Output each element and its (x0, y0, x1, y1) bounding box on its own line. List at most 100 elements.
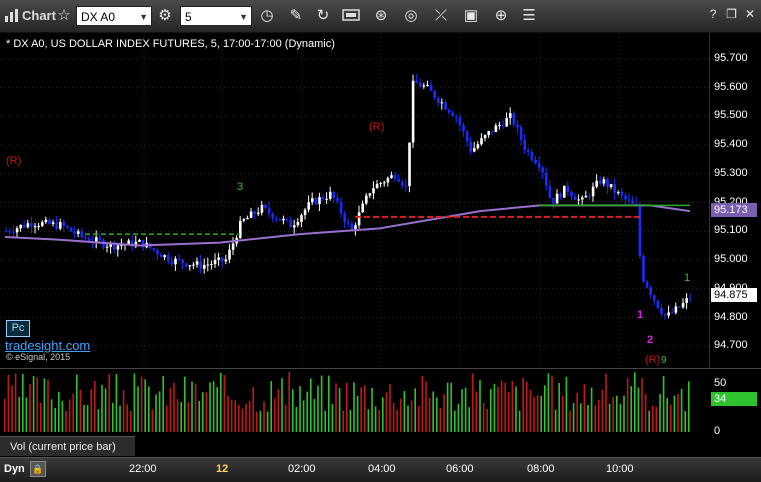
price-scale[interactable]: 95.700 95.600 95.500 95.400 95.300 95.20… (710, 33, 761, 367)
window-title: Chart (22, 8, 56, 23)
candle-body (429, 84, 433, 91)
candle-body (440, 102, 444, 104)
candle-body (534, 159, 537, 164)
candle-body (401, 181, 404, 186)
volume-bar (475, 391, 478, 432)
candle-body (267, 207, 271, 214)
volume-bar (61, 400, 64, 432)
candle-body (105, 246, 109, 248)
candle-body (224, 259, 228, 262)
candle-body (365, 195, 368, 204)
study-icon[interactable] (340, 5, 362, 27)
volume-bar (274, 398, 276, 432)
window-controls: ? ❐ ✕ (706, 3, 757, 25)
volume-bar (428, 397, 431, 432)
price-tick: 95.500 (714, 109, 748, 121)
candle-body (494, 125, 498, 132)
candle-body (671, 312, 674, 314)
refresh-icon[interactable]: ↻ (312, 5, 334, 27)
symbol-input[interactable]: DX A0 ▼ (76, 6, 152, 26)
reversal-marker: (R) (645, 354, 661, 366)
volume-study-label[interactable]: Vol (current price bar) (0, 436, 135, 456)
candle-body (41, 222, 44, 226)
candle-body (426, 84, 429, 86)
candle-body (23, 224, 26, 228)
volume-bar (540, 395, 542, 432)
candle-body (462, 125, 465, 132)
lock-icon[interactable]: 🔒 (30, 461, 46, 477)
volume-bar (40, 402, 42, 432)
volume-bar (677, 393, 679, 432)
overlay-icon[interactable]: ⊕ (490, 5, 512, 27)
volume-bar (198, 400, 200, 432)
candle-body (408, 142, 411, 187)
candle-body (26, 223, 30, 228)
volume-bar (439, 407, 442, 432)
chart-icon[interactable] (2, 5, 20, 27)
candle-body (199, 261, 202, 269)
candle-body (84, 237, 87, 239)
candle-body (444, 102, 447, 110)
volume-bar (443, 394, 445, 432)
candle-body (689, 298, 692, 300)
volume-bar (104, 388, 107, 432)
volume-pane[interactable] (0, 368, 710, 436)
candle-body (487, 131, 490, 136)
price-tick: 95.000 (714, 253, 748, 265)
time-axis[interactable]: Dyn 🔒 22:00 12 02:00 04:00 06:00 08:00 1… (0, 457, 761, 482)
volume-bar (400, 398, 402, 432)
candle-body (516, 124, 519, 128)
candle-body (465, 131, 469, 142)
chevron-down-icon[interactable]: ▼ (139, 7, 148, 27)
candle-body (681, 302, 685, 308)
text-tool-icon[interactable]: ▣ (460, 5, 482, 27)
volume-bar (684, 411, 686, 432)
candle-body (624, 195, 627, 200)
volume-bar (83, 405, 85, 432)
volume-bar (608, 403, 611, 432)
candle-body (512, 113, 516, 125)
interval-input[interactable]: 5 ▼ (180, 6, 252, 26)
pencil-draw-icon[interactable]: ✎ (285, 5, 307, 27)
candle-body (203, 264, 206, 269)
line-tools-icon[interactable]: ⤫ (430, 5, 452, 27)
volume-bar (659, 394, 661, 432)
link-icon[interactable]: ◎ (400, 5, 422, 27)
tradesight-logo[interactable]: tradesight.com (5, 338, 90, 353)
candle-body (480, 138, 483, 145)
volume-bar (407, 405, 409, 432)
volume-bar (22, 373, 24, 432)
moving-average-line (4, 204, 691, 247)
volume-bar (299, 386, 301, 432)
volume-bar (335, 383, 337, 432)
menu-icon[interactable]: ☰ (518, 5, 540, 27)
volume-bar (598, 399, 600, 432)
help-icon[interactable]: ? (706, 3, 720, 25)
volume-bar (680, 388, 683, 432)
volume-bar (396, 409, 398, 432)
volume-bar (490, 388, 492, 432)
chevron-down-icon[interactable]: ▼ (239, 7, 248, 27)
restore-icon[interactable]: ❐ (725, 3, 739, 25)
candle-body (282, 218, 285, 221)
volume-bar (576, 392, 578, 432)
candle-body (678, 306, 681, 308)
volume-bar (180, 402, 182, 432)
volume-bar (158, 391, 161, 432)
candle-body (336, 198, 339, 202)
volume-bar (306, 391, 308, 432)
settings-gear-icon[interactable]: ⚙ (154, 5, 176, 27)
volume-bar (371, 387, 373, 432)
volume-bar (446, 382, 449, 432)
volume-bar (688, 381, 690, 432)
dynamic-label: Dyn (4, 463, 25, 475)
volume-bar (310, 378, 312, 432)
candle-body (311, 198, 314, 203)
clock-icon[interactable]: ◷ (256, 5, 278, 27)
volume-bar (137, 386, 139, 432)
star-icon[interactable]: ☆ (56, 5, 72, 27)
close-icon[interactable]: ✕ (743, 3, 757, 25)
dollar-icon[interactable]: ⊛ (370, 5, 392, 27)
price-plot[interactable] (0, 33, 710, 367)
pc-tag[interactable]: Pc (6, 320, 30, 337)
